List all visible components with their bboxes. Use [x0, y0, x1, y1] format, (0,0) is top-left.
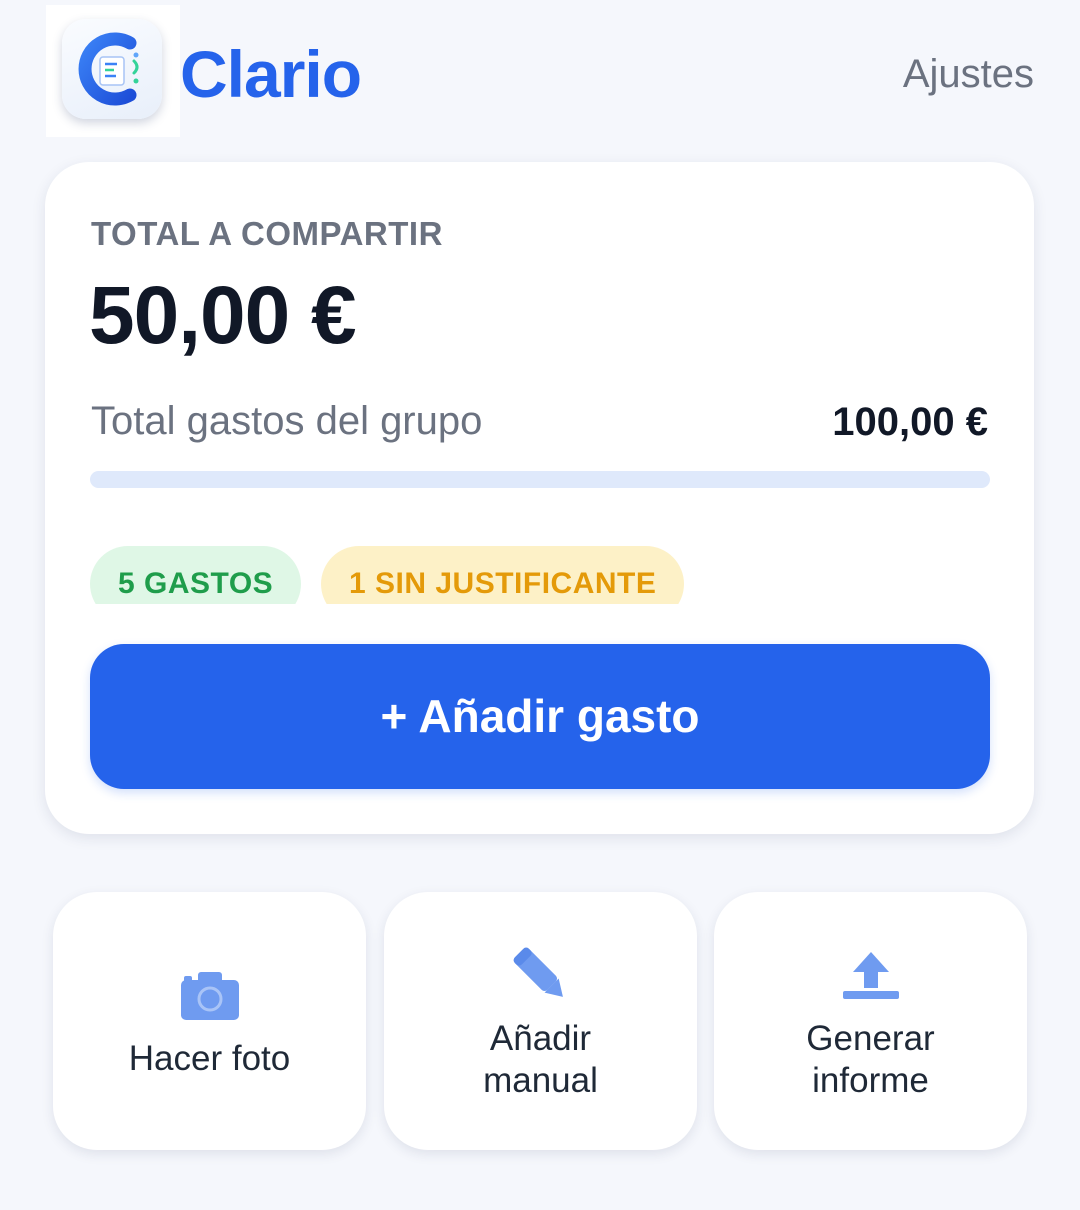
- take-photo-label: Hacer foto: [128, 1039, 291, 1078]
- pencil-icon: [384, 942, 697, 1013]
- generate-report-button[interactable]: Generar informe: [714, 892, 1027, 1150]
- app-logo: [46, 5, 180, 137]
- add-expense-button[interactable]: + Añadir gasto: [90, 644, 990, 789]
- brand-name: Clario: [180, 37, 362, 111]
- group-total-label: Total gastos del grupo: [91, 399, 483, 443]
- progress-bar: [90, 471, 990, 488]
- settings-link[interactable]: Ajustes: [903, 50, 1034, 98]
- total-label: TOTAL A COMPARTIR: [91, 215, 443, 252]
- badge-row: 5 GASTOS 1 SIN JUSTIFICANTE: [90, 546, 990, 604]
- take-photo-button[interactable]: Hacer foto: [53, 892, 366, 1150]
- expenses-count-badge[interactable]: 5 GASTOS: [90, 546, 302, 604]
- generate-report-label: Generar informe: [806, 1019, 935, 1100]
- missing-receipt-badge[interactable]: 1 SIN JUSTIFICANTE: [321, 546, 685, 604]
- group-total-amount: 100,00 €: [832, 400, 988, 444]
- camera-icon: [53, 972, 366, 1025]
- total-amount: 50,00 €: [89, 270, 357, 361]
- upload-icon: [714, 952, 1027, 1005]
- add-manual-label: Añadir manual: [483, 1019, 598, 1100]
- add-manual-button[interactable]: Añadir manual: [384, 892, 697, 1150]
- receipt-logo-icon: [62, 19, 162, 119]
- summary-card: TOTAL A COMPARTIR 50,00 € Total gastos d…: [45, 162, 1034, 834]
- app-header: Clario Ajustes: [0, 0, 1080, 150]
